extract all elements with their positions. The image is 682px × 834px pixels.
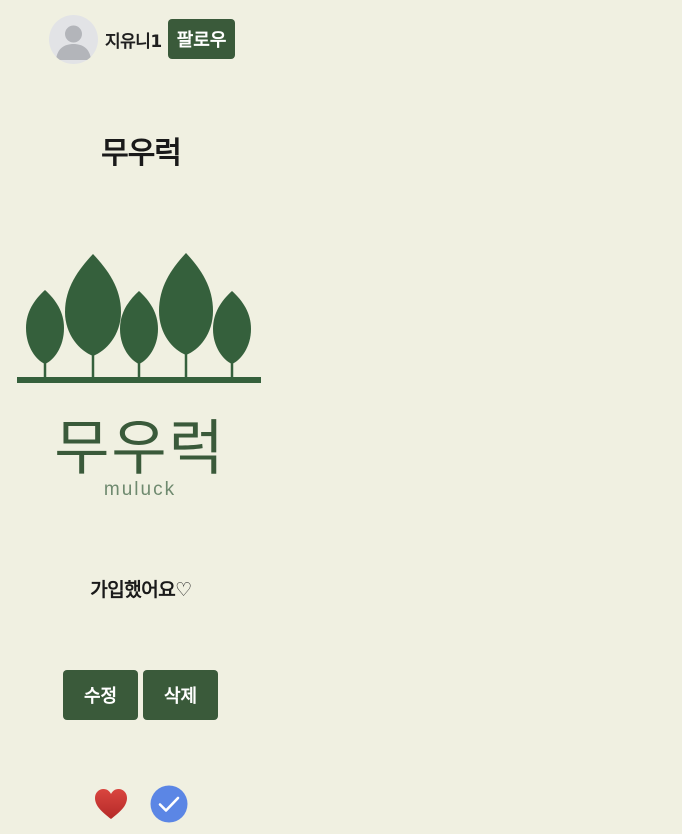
post-content: 가입했어요♡ (90, 579, 192, 601)
check-circle-icon[interactable] (150, 785, 188, 823)
post-image: 무우럭 muluck (14, 250, 266, 505)
follow-button[interactable]: 팔로우 (167, 19, 236, 59)
post-title: 무우럭 (101, 136, 182, 171)
post-actions: 수정 삭제 (63, 670, 218, 720)
tree-logo-icon (17, 253, 261, 383)
post-header: 지유니1 팔로우 (49, 14, 236, 64)
logo-name: 무우럭 (54, 414, 226, 484)
delete-button[interactable]: 삭제 (143, 670, 218, 720)
avatar[interactable] (49, 14, 98, 64)
reactions (92, 785, 188, 823)
post-detail-page: 지유니1 팔로우 무우럭 무우럭 muluck 가입했어요♡ 수정 삭제 (0, 0, 682, 834)
author-name[interactable]: 지유니1 (105, 27, 162, 52)
logo-subtitle: muluck (103, 479, 177, 500)
heart-icon[interactable] (92, 785, 130, 823)
user-avatar-icon (56, 25, 91, 60)
edit-button[interactable]: 수정 (63, 670, 138, 720)
